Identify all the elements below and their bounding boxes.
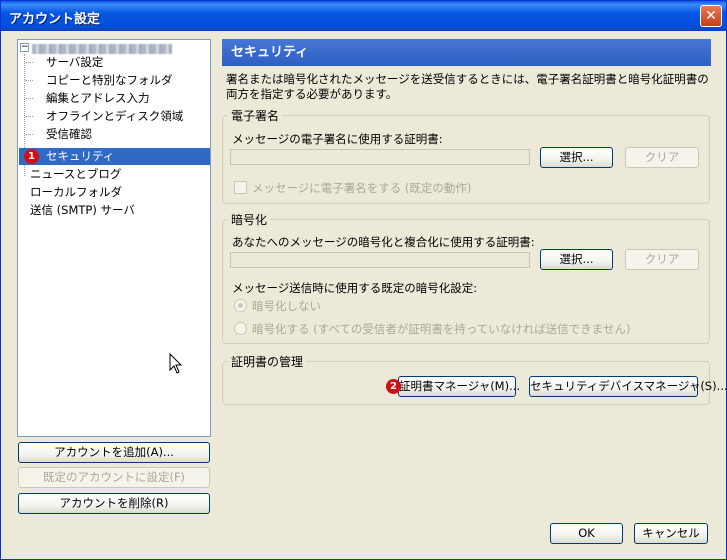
tree-branch-line bbox=[25, 80, 33, 81]
tree-item-composition[interactable]: 編集とアドレス入力 bbox=[46, 90, 150, 107]
account-settings-dialog: アカウント設定 ✕ − サーバ設定 コピーと特別なフォルダ 編集とアドレス入力 … bbox=[0, 0, 727, 560]
tree-branch-line bbox=[25, 134, 33, 135]
account-tree[interactable]: − サーバ設定 コピーと特別なフォルダ 編集とアドレス入力 オフラインとディスク… bbox=[17, 39, 211, 437]
sign-by-default-checkbox[interactable] bbox=[234, 181, 247, 194]
section-title: セキュリティ bbox=[222, 39, 711, 66]
tree-branch-line bbox=[25, 116, 33, 117]
certificate-manager-button[interactable]: 証明書マネージャ(M)... bbox=[398, 376, 520, 397]
signing-select-button[interactable]: 選択... bbox=[540, 147, 613, 168]
signing-cert-label: メッセージの電子署名に使用する証明書: bbox=[232, 132, 443, 146]
add-account-button[interactable]: アカウントを追加(A)... bbox=[18, 442, 210, 463]
tree-branch-line bbox=[25, 98, 33, 99]
encryption-cert-label: あなたへのメッセージの暗号化と複合化に使用する証明書: bbox=[232, 235, 535, 249]
radio-require-encryption-label: 暗号化する (すべての受信者が証明書を持っていなければ送信できません) bbox=[252, 322, 631, 336]
ok-button[interactable]: OK bbox=[550, 523, 623, 544]
tree-item-copies-folders[interactable]: コピーと特別なフォルダ bbox=[46, 72, 173, 89]
security-device-manager-button[interactable]: セキュリティデバイスマネージャ(S)... bbox=[529, 376, 727, 397]
tree-item-server-settings[interactable]: サーバ設定 bbox=[46, 54, 103, 71]
tree-item-security[interactable]: セキュリティ bbox=[46, 148, 114, 165]
callout-badge-2: 2 bbox=[386, 379, 401, 394]
tree-branch-line bbox=[25, 62, 33, 63]
collapse-toggle[interactable]: − bbox=[20, 43, 29, 52]
sign-by-default-label: メッセージに電子署名をする (既定の動作) bbox=[252, 181, 472, 195]
signing-group-label: 電子署名 bbox=[228, 109, 283, 123]
account-name-blurred[interactable] bbox=[32, 44, 172, 54]
tree-item-news-blogs[interactable]: ニュースとブログ bbox=[30, 166, 121, 183]
tree-item-receipts[interactable]: 受信確認 bbox=[46, 126, 92, 143]
encryption-cert-field[interactable] bbox=[230, 252, 530, 268]
signing-cert-field[interactable] bbox=[230, 149, 530, 165]
radio-require-encryption[interactable] bbox=[234, 322, 247, 335]
window-title: アカウント設定 bbox=[9, 12, 101, 27]
radio-no-encryption-label: 暗号化しない bbox=[252, 299, 321, 313]
title-bar[interactable]: アカウント設定 ✕ bbox=[1, 1, 726, 31]
mouse-cursor-icon bbox=[169, 353, 183, 374]
delete-account-button[interactable]: アカウントを削除(R) bbox=[18, 493, 210, 514]
close-button[interactable]: ✕ bbox=[700, 5, 722, 27]
security-description: 署名または暗号化されたメッセージを送受信するときには、電子署名証明書と暗号化証明… bbox=[226, 72, 709, 101]
encryption-clear-button[interactable]: クリア bbox=[625, 249, 699, 270]
tree-item-smtp-server[interactable]: 送信 (SMTP) サーバ bbox=[30, 202, 135, 219]
radio-no-encryption[interactable] bbox=[234, 299, 247, 312]
callout-badge-1: 1 bbox=[24, 149, 39, 164]
tree-item-local-folders[interactable]: ローカルフォルダ bbox=[30, 184, 122, 201]
cert-management-group-label: 証明書の管理 bbox=[228, 355, 307, 369]
encryption-select-button[interactable]: 選択... bbox=[540, 249, 613, 270]
default-encryption-label: メッセージ送信時に使用する既定の暗号化設定: bbox=[232, 281, 478, 295]
encryption-group-label: 暗号化 bbox=[228, 213, 271, 227]
set-default-account-button[interactable]: 既定のアカウントに設定(F) bbox=[18, 467, 210, 488]
tree-item-offline-disk[interactable]: オフラインとディスク領域 bbox=[46, 108, 183, 125]
cancel-button[interactable]: キャンセル bbox=[634, 523, 708, 544]
signing-clear-button[interactable]: クリア bbox=[625, 147, 699, 168]
